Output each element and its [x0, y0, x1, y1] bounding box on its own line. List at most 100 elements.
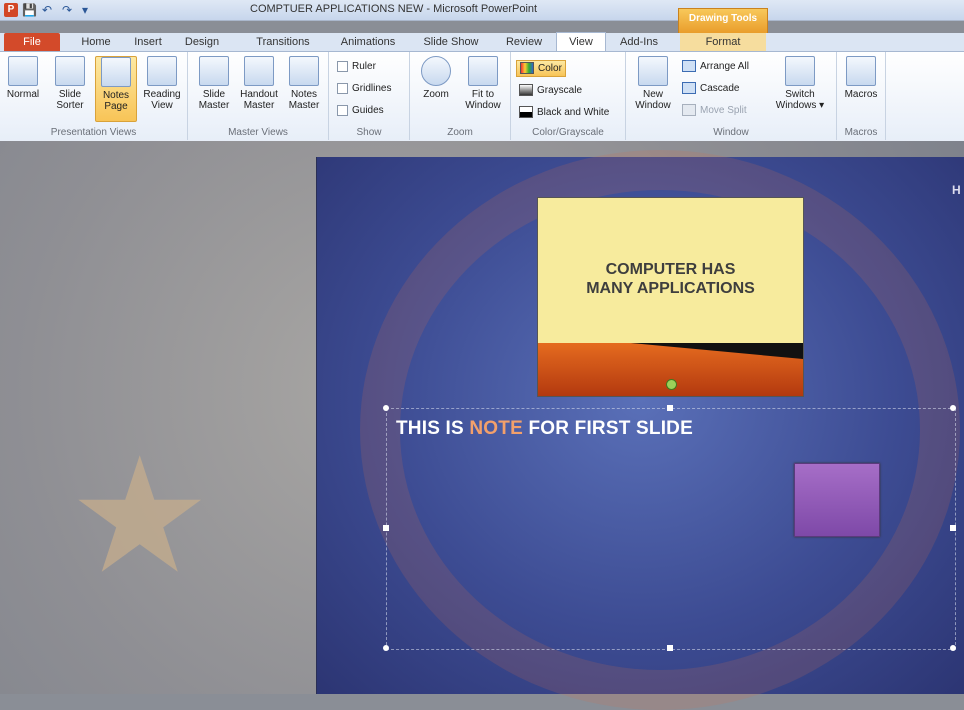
handout-master-button[interactable]: Handout Master — [236, 56, 282, 111]
save-icon[interactable]: 💾 — [22, 2, 37, 18]
group-label-window: Window — [713, 127, 749, 138]
tab-insert[interactable]: Insert — [126, 33, 170, 51]
group-zoom: Zoom Fit to Window Zoom — [410, 52, 511, 140]
grayscale-button[interactable]: Grayscale — [519, 84, 582, 97]
guides-checkbox[interactable]: Guides — [337, 104, 384, 117]
star-watermark-icon: ★ — [68, 426, 212, 605]
color-label: Color — [538, 63, 562, 74]
slide-thumbnail[interactable]: COMPUTER HAS MANY APPLICATIONS — [537, 197, 804, 397]
normal-view-label: Normal — [6, 89, 40, 100]
notes-text[interactable]: THIS IS NOTE FOR FIRST SLIDE — [396, 418, 693, 440]
chevron-down-icon: ▾ — [819, 100, 825, 111]
ruler-label: Ruler — [352, 61, 376, 72]
tab-animations[interactable]: Animations — [334, 33, 402, 51]
reading-view-icon — [147, 56, 177, 86]
slide-title: COMPUTER HAS MANY APPLICATIONS — [538, 260, 803, 298]
purple-rectangle-shape[interactable] — [794, 463, 880, 537]
slide-sorter-button[interactable]: Slide Sorter — [50, 56, 90, 111]
tab-view[interactable]: View — [556, 32, 606, 53]
resize-handle-bottom-right[interactable] — [950, 645, 956, 651]
slide-master-label-1: Slide — [202, 89, 226, 100]
title-bar: P 💾 ↶ ↷ ▾ COMPTUER APPLICATIONS NEW - Mi… — [0, 0, 964, 21]
slide-sorter-label-1: Slide — [58, 89, 82, 100]
cascade-label: Cascade — [700, 83, 740, 94]
fit-label-1: Fit to — [471, 89, 495, 100]
arrange-all-button[interactable]: Arrange All — [682, 60, 749, 73]
window-title: COMPTUER APPLICATIONS NEW - Microsoft Po… — [250, 3, 538, 15]
new-window-label-1: New — [642, 89, 663, 100]
slide-sorter-label-2: Sorter — [56, 100, 84, 111]
group-label-color-grayscale: Color/Grayscale — [532, 127, 604, 138]
resize-handle-middle-left[interactable] — [383, 525, 389, 531]
resize-handle-bottom-center[interactable] — [667, 645, 673, 651]
slide-master-label-2: Master — [198, 100, 230, 111]
handout-master-label-1: Handout — [240, 89, 278, 100]
move-split-icon — [682, 104, 696, 117]
zoom-label: Zoom — [423, 89, 449, 100]
powerpoint-app-icon[interactable]: P — [4, 3, 18, 17]
group-presentation-views: Normal Slide Sorter Notes Page Reading V… — [0, 52, 188, 140]
gridlines-label: Gridlines — [352, 83, 392, 94]
notes-master-button[interactable]: Notes Master — [284, 56, 324, 111]
switch-windows-label-2: Windows — [775, 100, 817, 111]
tab-file[interactable]: File — [4, 33, 60, 51]
move-split-label: Move Split — [700, 105, 747, 116]
macros-button[interactable]: Macros — [841, 56, 881, 100]
fit-to-window-button[interactable]: Fit to Window — [460, 56, 506, 111]
macros-label: Macros — [844, 89, 878, 100]
tab-review[interactable]: Review — [500, 33, 548, 51]
tab-home[interactable]: Home — [72, 33, 120, 51]
resize-handle-top-right[interactable] — [950, 405, 956, 411]
zoom-button[interactable]: Zoom — [416, 56, 456, 100]
slide-title-line-1: COMPUTER HAS — [605, 261, 736, 278]
gridlines-checkbox[interactable]: Gridlines — [337, 82, 391, 95]
arrange-all-label: Arrange All — [700, 61, 749, 72]
slide-master-icon — [199, 56, 229, 86]
arrange-all-icon — [682, 60, 696, 73]
slide-master-button[interactable]: Slide Master — [194, 56, 234, 111]
resize-handle-top-left[interactable] — [383, 405, 389, 411]
redo-icon[interactable]: ↷ — [62, 2, 72, 18]
tab-slide-show[interactable]: Slide Show — [418, 33, 484, 51]
notes-page-button[interactable]: Notes Page — [95, 56, 137, 122]
fit-label-2: Window — [465, 100, 501, 111]
rotation-handle[interactable] — [666, 379, 677, 390]
resize-handle-bottom-left[interactable] — [383, 645, 389, 651]
tab-design[interactable]: Design — [178, 33, 226, 51]
reading-view-button[interactable]: Reading View — [140, 56, 184, 111]
reading-view-label-2: View — [151, 100, 173, 111]
resize-handle-top-center[interactable] — [667, 405, 673, 411]
drawing-tools-context-label: Drawing Tools — [678, 8, 768, 33]
resize-handle-middle-right[interactable] — [950, 525, 956, 531]
edge-text: H — [952, 183, 961, 197]
undo-icon[interactable]: ↶ — [42, 2, 52, 18]
grayscale-label: Grayscale — [537, 85, 583, 96]
new-window-button[interactable]: New Window — [630, 56, 676, 111]
notes-text-part-1: THIS IS — [396, 418, 470, 439]
notes-master-label-1: Notes — [290, 89, 318, 100]
black-and-white-icon — [519, 106, 533, 119]
notes-text-part-2: FOR FIRST SLIDE — [522, 418, 693, 439]
grayscale-icon — [519, 84, 533, 97]
switch-windows-button[interactable]: Switch Windows ▾ — [772, 56, 828, 111]
cascade-button[interactable]: Cascade — [682, 82, 739, 95]
tab-add-ins[interactable]: Add-Ins — [612, 33, 666, 51]
notes-page-label-1: Notes — [102, 90, 130, 101]
ruler-checkbox-box — [337, 60, 348, 72]
color-button[interactable]: Color — [516, 60, 566, 77]
move-split-button[interactable]: Move Split — [682, 104, 747, 117]
switch-windows-label-1: Switch — [785, 89, 815, 100]
tab-format[interactable]: Format — [680, 33, 766, 51]
cascade-icon — [682, 82, 696, 95]
black-and-white-button[interactable]: Black and White — [519, 106, 609, 119]
tab-transitions[interactable]: Transitions — [248, 33, 318, 51]
ruler-checkbox[interactable]: Ruler — [337, 60, 376, 73]
group-color-grayscale: Color Grayscale Black and White Color/Gr… — [511, 52, 626, 140]
customize-qat-icon[interactable]: ▾ — [82, 2, 88, 18]
handout-master-icon — [244, 56, 274, 86]
normal-view-icon — [8, 56, 38, 86]
group-label-macros: Macros — [844, 127, 878, 138]
color-icon — [520, 62, 534, 75]
normal-view-button[interactable]: Normal — [4, 56, 42, 100]
guides-checkbox-box — [337, 104, 348, 116]
